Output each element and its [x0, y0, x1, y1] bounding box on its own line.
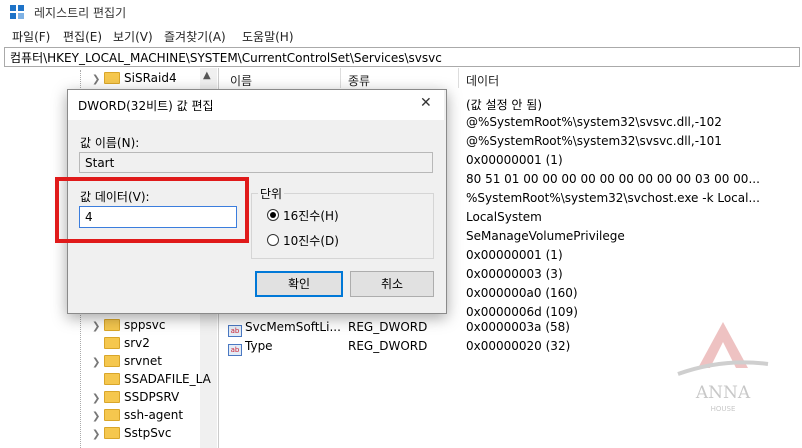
tree-item[interactable]: ❯ SSDPSRV — [92, 390, 179, 408]
folder-icon — [104, 319, 120, 331]
tree-item-label: SiSRaid4 — [124, 71, 177, 85]
anna-house-logo: ANNA HOUSE — [677, 322, 769, 413]
tree-item[interactable]: ❯ SstpSvc — [92, 426, 172, 444]
chevron-right-icon[interactable]: ❯ — [92, 429, 104, 440]
reg-dword-icon: ab — [228, 325, 242, 337]
tree-item-label: sppsvc — [124, 318, 166, 332]
menu-favorites[interactable]: 즐겨찾기(A) — [164, 28, 226, 45]
folder-icon — [104, 427, 120, 439]
radio-hex[interactable] — [267, 209, 279, 221]
menu-help[interactable]: 도움말(H) — [242, 28, 294, 45]
base-group — [251, 193, 434, 259]
chevron-right-icon[interactable]: ❯ — [92, 393, 104, 404]
value-name-field: Start — [79, 152, 433, 173]
window-title: 레지스트리 편집기 — [34, 6, 127, 20]
tree-item-label: SSDPSRV — [124, 390, 180, 404]
tree-item[interactable]: srv2 — [92, 336, 150, 354]
menu-view[interactable]: 보기(V) — [113, 28, 153, 45]
value-name: SvcMemSoftLi... — [245, 320, 341, 334]
tree-item-label: srv2 — [124, 336, 150, 350]
value-name-label: 값 이름(N): — [80, 136, 140, 150]
folder-icon — [104, 337, 120, 349]
dialog-title: DWORD(32비트) 값 편집 — [78, 99, 214, 113]
tree-item[interactable]: SSADAFILE_LA — [92, 372, 211, 390]
radio-hex-label[interactable]: 16진수(H) — [283, 207, 339, 224]
value-data[interactable]: 0x0000006d (109) — [466, 305, 578, 319]
folder-icon — [104, 72, 120, 84]
column-divider[interactable] — [458, 68, 459, 88]
value-data: 0x0000003a (58) — [466, 320, 570, 334]
tree-item[interactable]: ❯ SiSRaid4 — [92, 71, 177, 89]
ok-button[interactable]: 확인 — [255, 271, 343, 297]
value-data[interactable]: LocalSystem — [466, 210, 542, 224]
menu-file[interactable]: 파일(F) — [12, 28, 50, 45]
tree-item-label: srvnet — [124, 354, 162, 368]
value-data[interactable]: (값 설정 안 됨) — [466, 96, 542, 113]
highlight-box — [55, 177, 249, 243]
value-row[interactable]: ab Type — [228, 339, 273, 356]
value-data[interactable]: @%SystemRoot%\system32\svsvc.dll,-101 — [466, 134, 722, 148]
value-data[interactable]: %SystemRoot%\system32\svchost.exe -k Loc… — [466, 191, 760, 205]
tree-item[interactable]: ❯ ssh-agent — [92, 408, 183, 426]
value-data[interactable]: 0x00000003 (3) — [466, 267, 563, 281]
tree-item[interactable]: ❯ sppsvc — [92, 318, 165, 336]
value-data[interactable]: 0x00000001 (1) — [466, 153, 563, 167]
scroll-up-icon[interactable]: ▲ — [203, 70, 211, 81]
chevron-right-icon[interactable]: ❯ — [92, 321, 104, 332]
folder-icon — [104, 373, 120, 385]
value-data[interactable]: @%SystemRoot%\system32\svsvc.dll,-102 — [466, 115, 722, 129]
column-divider[interactable] — [340, 68, 341, 88]
tree-item-label: SSADAFILE_LA — [124, 372, 211, 386]
column-header-data[interactable]: 데이터 — [466, 72, 499, 89]
radio-decimal-label[interactable]: 10진수(D) — [283, 232, 339, 249]
logo-text-2: HOUSE — [711, 405, 736, 413]
column-header-name[interactable]: 이름 — [230, 72, 252, 89]
value-data[interactable]: 0x00000001 (1) — [466, 248, 563, 262]
value-row[interactable]: ab SvcMemSoftLi... — [228, 320, 341, 337]
folder-icon — [104, 409, 120, 421]
cancel-button[interactable]: 취소 — [350, 271, 434, 297]
chevron-right-icon[interactable]: ❯ — [92, 74, 104, 85]
value-data[interactable]: SeManageVolumePrivilege — [466, 229, 625, 243]
base-label: 단위 — [258, 185, 285, 202]
value-type: REG_DWORD — [348, 320, 428, 334]
value-data: 0x00000020 (32) — [466, 339, 571, 353]
column-header-type[interactable]: 종류 — [348, 72, 370, 89]
folder-icon — [104, 355, 120, 367]
folder-icon — [104, 391, 120, 403]
registry-editor-icon — [10, 5, 24, 19]
value-data[interactable]: 80 51 01 00 00 00 00 00 00 00 00 00 03 0… — [466, 172, 760, 186]
value-name: Type — [245, 339, 273, 353]
chevron-right-icon[interactable]: ❯ — [92, 411, 104, 422]
reg-dword-icon: ab — [228, 344, 242, 356]
chevron-right-icon[interactable]: ❯ — [92, 357, 104, 368]
tree-item-label: SstpSvc — [124, 426, 172, 440]
value-type: REG_DWORD — [348, 339, 428, 353]
tree-item-label: ssh-agent — [124, 408, 184, 422]
logo-text-1: ANNA — [695, 383, 751, 403]
menu-edit[interactable]: 편집(E) — [63, 28, 102, 45]
value-data[interactable]: 0x000000a0 (160) — [466, 286, 578, 300]
tree-item[interactable]: ❯ srvnet — [92, 354, 162, 372]
address-path: 컴퓨터\HKEY_LOCAL_MACHINE\SYSTEM\CurrentCon… — [10, 51, 442, 65]
close-icon[interactable]: ✕ — [420, 95, 432, 111]
radio-decimal[interactable] — [267, 234, 279, 246]
